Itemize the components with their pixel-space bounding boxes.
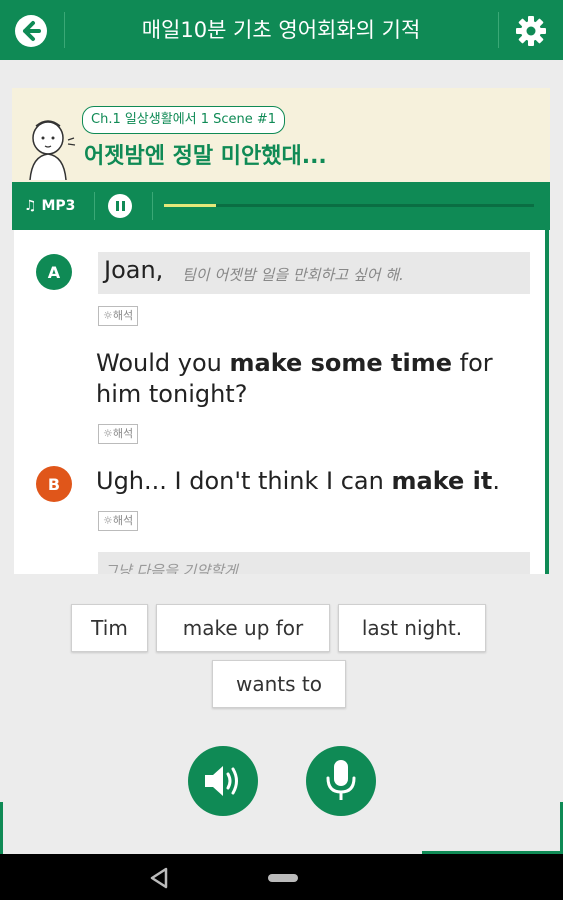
dialog-panel: A Joan, 팀이 어젯밤 일을 만회하고 싶어 해. ☼해석 Would y… (14, 230, 547, 574)
hint-button[interactable]: ☼해석 (98, 424, 139, 444)
lightbulb-icon: ☼ (103, 309, 113, 322)
top-app-bar: 매일10분 기초 영어회화의 기적 (0, 0, 563, 60)
word-chip[interactable]: wants to (212, 660, 346, 708)
hint-button[interactable]: ☼해석 (98, 511, 139, 531)
dialog-line-translation-row: Joan, 팀이 어젯밤 일을 만회하고 싶어 해. (98, 252, 530, 294)
word-chip[interactable]: last night. (338, 604, 486, 652)
dialog-translation: 그냥 다음을 기약할게. (104, 562, 243, 574)
progress-fill (164, 204, 216, 207)
dialog-name: Joan, (104, 256, 164, 284)
scene-title: 어젯밤엔 정말 미안했대... (84, 144, 327, 169)
dialog-translation: 팀이 어젯밤 일을 만회하고 싶어 해. (182, 266, 404, 284)
lightbulb-icon: ☼ (103, 514, 113, 527)
chapter-chip: Ch.1 일상생활에서 1 Scene #1 (82, 106, 286, 134)
scene-header: Ch.1 일상생활에서 1 Scene #1 어젯밤엔 정말 미안했대... (12, 88, 550, 182)
progress-bar[interactable] (164, 204, 534, 207)
divider (152, 192, 153, 220)
hint-button[interactable]: ☼해석 (98, 306, 139, 326)
mp3-label[interactable]: ♫ MP3 (24, 182, 75, 230)
frame-edge (0, 802, 3, 854)
music-note-icon: ♫ (24, 198, 37, 214)
dialog-border (545, 230, 549, 574)
microphone-icon (326, 760, 356, 800)
nav-home-button[interactable] (268, 874, 298, 882)
speaker-badge-b: B (36, 466, 72, 502)
audio-player: ♫ MP3 (12, 182, 550, 230)
divider (94, 192, 95, 220)
dialog-line-translation-row: 그냥 다음을 기약할게. (98, 552, 530, 574)
play-audio-button[interactable] (188, 746, 258, 816)
dialog-line: Would you make some time for him tonight… (96, 349, 493, 408)
system-nav-bar (0, 854, 563, 900)
dialog-line: Ugh... I don't think I can make it. (96, 467, 500, 495)
nav-back-icon[interactable] (148, 866, 172, 890)
back-arrow-icon (15, 15, 47, 47)
settings-button[interactable] (510, 10, 552, 52)
speaker-badge-a: A (36, 254, 72, 290)
word-chip[interactable]: Tim (71, 604, 148, 652)
lightbulb-icon: ☼ (103, 427, 113, 440)
record-button[interactable] (306, 746, 376, 816)
pause-button[interactable] (108, 194, 132, 218)
word-chip[interactable]: make up for (156, 604, 330, 652)
speaker-icon (205, 766, 238, 796)
gear-icon (516, 16, 546, 46)
app-title: 매일10분 기초 영어회화의 기적 (141, 18, 421, 42)
pause-icon (115, 201, 119, 211)
character-illustration (29, 120, 76, 180)
back-button[interactable] (10, 10, 52, 52)
divider (498, 12, 499, 48)
